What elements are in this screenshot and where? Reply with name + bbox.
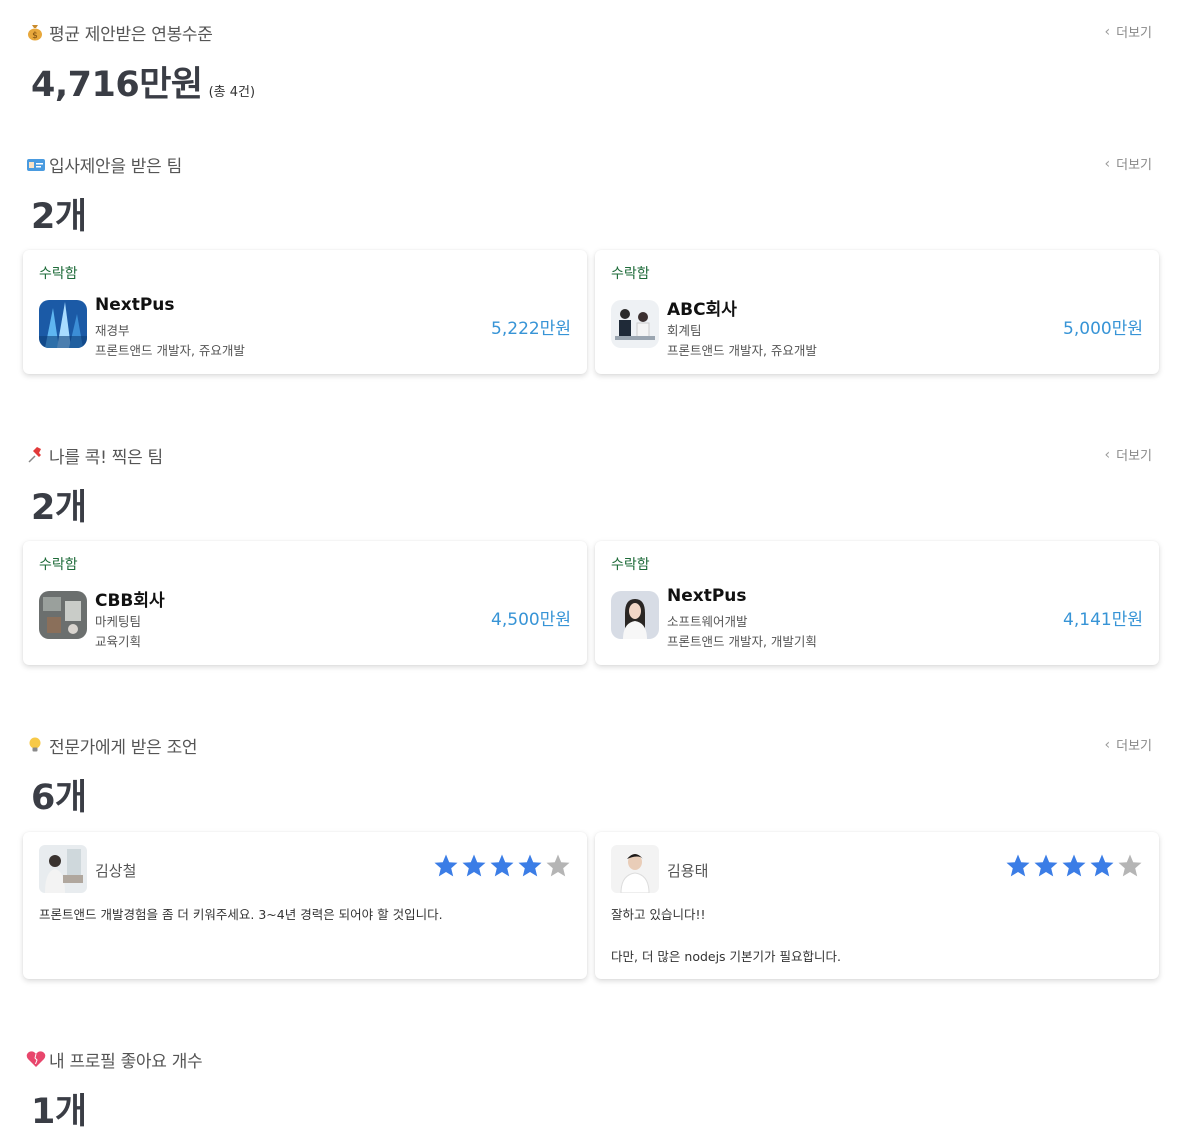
star-filled-icon: [490, 854, 514, 877]
offer-card[interactable]: 수락함 NextPus 재경부 프론트앤드 개발자, 쥬요개발 5,222만원: [23, 250, 587, 374]
chevron-left-icon: ‹: [1104, 23, 1111, 40]
chevron-left-icon: ‹: [1104, 155, 1111, 172]
offers-section: 입사제안을 받은 팀 ‹ 더보기 2개 수락함 NextPus 재경부 프론트앤…: [0, 152, 1184, 382]
offers-title: 입사제안을 받은 팀: [49, 156, 182, 177]
id-card-icon: [26, 155, 45, 173]
offer-amount: 4,141만원: [1063, 610, 1143, 630]
salary-count: (총 4건): [208, 85, 256, 100]
company-role: 교육기획: [95, 634, 142, 649]
company-name: NextPus: [95, 295, 175, 315]
star-empty-icon: [1118, 854, 1142, 877]
salary-header: $ 평균 제안받은 연봉수준: [26, 20, 213, 45]
company-logo: [611, 300, 659, 348]
more-label: 더보기: [1116, 739, 1152, 754]
likes-section: 내 프로필 좋아요 개수 1개: [0, 1047, 1184, 1137]
offers-header: 입사제안을 받은 팀: [26, 152, 182, 177]
star-filled-icon: [434, 854, 458, 877]
star-filled-icon: [518, 854, 542, 877]
star-rating: [431, 853, 571, 879]
status-label: 수락함: [39, 557, 78, 573]
status-label: 수락함: [39, 266, 78, 282]
star-filled-icon: [462, 854, 486, 877]
status-label: 수락함: [611, 266, 650, 282]
svg-text:$: $: [32, 31, 38, 41]
advice-header: 전문가에게 받은 조언: [26, 733, 198, 758]
more-label: 더보기: [1116, 449, 1152, 464]
more-label: 더보기: [1116, 158, 1152, 173]
review-card[interactable]: 김상철 프론트앤드 개발경험을 좀 더 키워주세요. 3~4년 경력은 되어야 …: [23, 832, 587, 979]
company-name: NextPus: [667, 586, 747, 606]
company-logo: [39, 300, 87, 348]
company-dept: 마케팅팀: [95, 614, 142, 629]
reviewer-name: 김상철: [95, 862, 137, 880]
chevron-left-icon: ‹: [1104, 446, 1111, 463]
money-bag-icon: $: [26, 23, 44, 41]
reviewer-name: 김용태: [667, 862, 709, 880]
picks-section: 나를 콕! 찍은 팀 ‹ 더보기 2개 수락함 CBB회사 마케팅팀 교육기획 …: [0, 443, 1184, 673]
advice-title: 전문가에게 받은 조언: [49, 737, 198, 758]
company-logo: [611, 591, 659, 639]
star-empty-icon: [546, 854, 570, 877]
star-rating: [1003, 853, 1143, 879]
salary-section: $ 평균 제안받은 연봉수준 ‹ 더보기 4,716만원 (총 4건): [0, 20, 1184, 110]
pick-card[interactable]: 수락함 NextPus 소프트웨어개발 프론트앤드 개발자, 개발기획 4,14…: [595, 541, 1159, 665]
advice-count: 6개: [31, 778, 87, 818]
likes-header: 내 프로필 좋아요 개수: [26, 1047, 203, 1072]
likes-title: 내 프로필 좋아요 개수: [49, 1051, 203, 1072]
company-dept: 회계팀: [667, 323, 702, 338]
company-dept: 재경부: [95, 323, 130, 338]
company-name: CBB회사: [95, 591, 165, 611]
review-card[interactable]: 김용태 잘하고 있습니다!! 다만, 더 많은 nodejs 기본기가 필요합니…: [595, 832, 1159, 979]
star-filled-icon: [1034, 854, 1058, 877]
heart-icon: [26, 1050, 46, 1068]
star-filled-icon: [1006, 854, 1030, 877]
star-filled-icon: [1062, 854, 1086, 877]
picks-header: 나를 콕! 찍은 팀: [26, 443, 163, 468]
light-bulb-icon: [26, 736, 44, 754]
company-dept: 소프트웨어개발: [667, 614, 748, 629]
company-role: 프론트앤드 개발자, 쥬요개발: [667, 343, 817, 358]
picks-count: 2개: [31, 488, 87, 528]
company-role: 프론트앤드 개발자, 개발기획: [667, 634, 817, 649]
picks-more-link[interactable]: ‹ 더보기: [1104, 445, 1153, 465]
salary-title: 평균 제안받은 연봉수준: [49, 24, 213, 45]
salary-more-link[interactable]: ‹ 더보기: [1104, 22, 1153, 42]
company-name: ABC회사: [667, 300, 737, 320]
advice-more-link[interactable]: ‹ 더보기: [1104, 735, 1153, 755]
offers-more-link[interactable]: ‹ 더보기: [1104, 154, 1153, 174]
avatar: [39, 845, 87, 893]
offer-card[interactable]: 수락함 ABC회사 회계팀 프론트앤드 개발자, 쥬요개발 5,000만원: [595, 250, 1159, 374]
offer-amount: 5,000만원: [1063, 319, 1143, 339]
likes-count: 1개: [31, 1092, 87, 1132]
more-label: 더보기: [1116, 26, 1152, 41]
review-text: 프론트앤드 개발경험을 좀 더 키워주세요. 3~4년 경력은 되어야 할 것입…: [39, 907, 443, 922]
status-label: 수락함: [611, 557, 650, 573]
review-text: 잘하고 있습니다!! 다만, 더 많은 nodejs 기본기가 필요합니다.: [611, 907, 841, 964]
company-logo: [39, 591, 87, 639]
offer-amount: 5,222만원: [491, 319, 571, 339]
offers-count: 2개: [31, 197, 87, 237]
chevron-left-icon: ‹: [1104, 736, 1111, 753]
advice-section: 전문가에게 받은 조언 ‹ 더보기 6개 김상철 프론트앤드 개발경험을 좀 더…: [0, 733, 1184, 988]
salary-value-row: 4,716만원 (총 4건): [31, 56, 255, 107]
picks-title: 나를 콕! 찍은 팀: [49, 447, 163, 468]
company-role: 프론트앤드 개발자, 쥬요개발: [95, 343, 245, 358]
salary-value: 4,716만원: [31, 65, 203, 105]
pick-card[interactable]: 수락함 CBB회사 마케팅팀 교육기획 4,500만원: [23, 541, 587, 665]
offer-amount: 4,500만원: [491, 610, 571, 630]
pushpin-icon: [26, 446, 44, 464]
avatar: [611, 845, 659, 893]
star-filled-icon: [1090, 854, 1114, 877]
